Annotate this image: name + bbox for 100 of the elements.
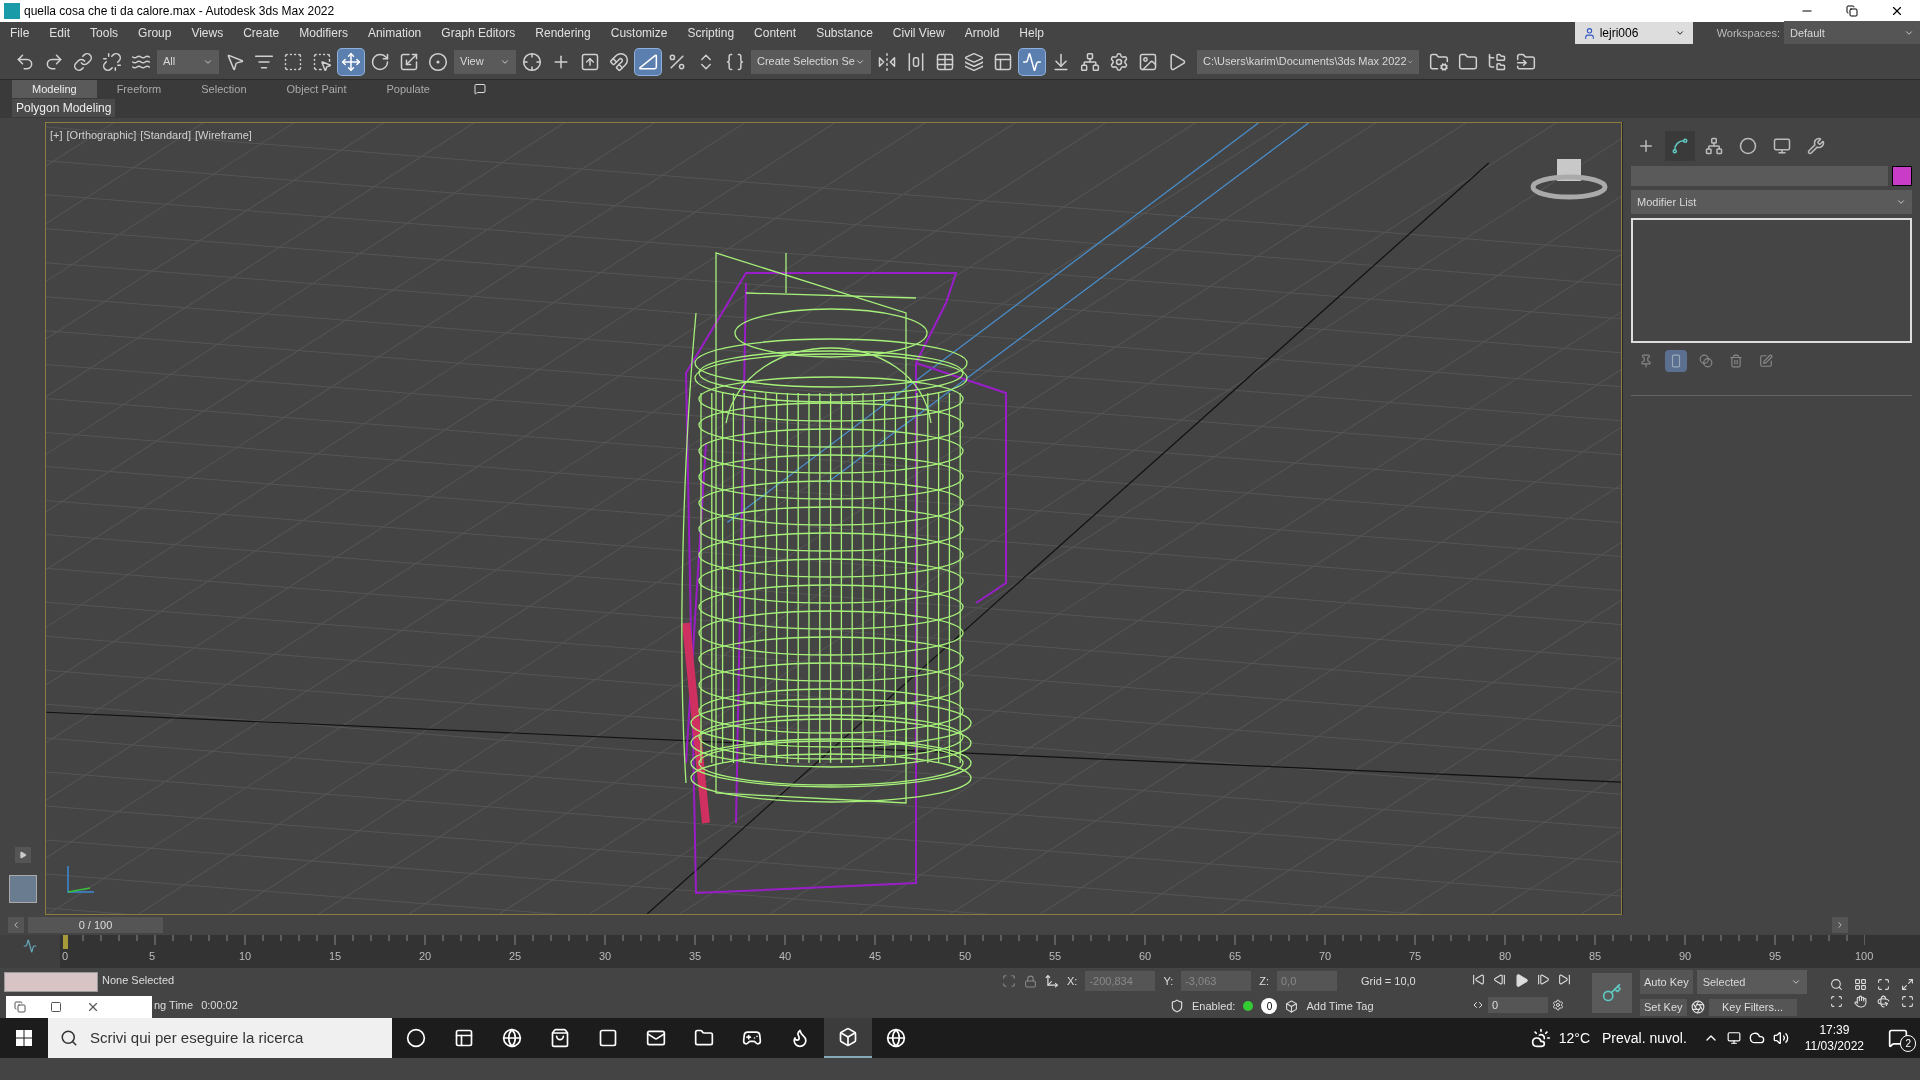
viewport-label[interactable]: [Standard]	[140, 127, 191, 144]
rectangle-icon[interactable]	[1665, 350, 1687, 372]
menu-item[interactable]: File	[0, 24, 40, 42]
ribbon-tab[interactable]: Object Paint	[266, 80, 367, 98]
transform-mode-icon	[1045, 974, 1059, 989]
reference-coordinate-dropdown[interactable]: View	[454, 49, 516, 74]
ribbon-options-icon[interactable]	[473, 83, 486, 95]
viewport-label[interactable]: [Orthographic]	[66, 127, 137, 144]
timeline-tick-label: 20	[419, 949, 432, 964]
menu-item[interactable]: Civil View	[882, 24, 955, 42]
modeling-app-icon[interactable]	[824, 1018, 872, 1058]
maxscript-listener-field[interactable]	[4, 972, 98, 992]
menu-item[interactable]: Customize	[600, 24, 678, 42]
project-folder-dropdown[interactable]: C:\Users\karim\Documents\3ds Max 2022	[1197, 49, 1419, 74]
menu-item[interactable]: Tools	[80, 24, 129, 42]
menu-item[interactable]: Content	[744, 24, 807, 42]
menu-item[interactable]: Animation	[357, 24, 432, 42]
cloud-icon[interactable]	[1748, 1030, 1765, 1046]
key-tangent-icon	[1690, 1000, 1705, 1015]
selection-frame-icon	[1002, 974, 1016, 989]
key-mode-dropdown[interactable]: Selected	[1696, 970, 1807, 995]
go-to-end-icon[interactable]	[1558, 972, 1571, 986]
angle-icon[interactable]	[635, 48, 661, 75]
restore-icon[interactable]	[1846, 5, 1858, 17]
timeline-tick-label: 50	[959, 949, 972, 964]
current-frame-field[interactable]: 0	[1488, 997, 1548, 1014]
timeline-tick-label: 85	[1589, 949, 1602, 964]
menu-item[interactable]: Arnold	[954, 24, 1010, 42]
key-icon	[1602, 983, 1622, 1003]
auto-key-button[interactable]: Auto Key	[1640, 970, 1693, 995]
maximize-viewport-icon[interactable]	[1900, 995, 1914, 1008]
ribbon-panel-label[interactable]: Polygon Modeling	[12, 99, 116, 117]
set-key-button[interactable]: Set Key	[1640, 999, 1687, 1016]
curve-icon[interactable]	[1019, 48, 1045, 75]
zoom-extents-all-icon[interactable]	[1900, 978, 1914, 991]
timeline-tick-label: 30	[599, 949, 612, 964]
zoom-all-icon[interactable]	[1853, 978, 1867, 991]
menu-item[interactable]: Scripting	[677, 24, 745, 42]
timeline-tick-label: 90	[1679, 949, 1692, 964]
menu-item[interactable]: Substance	[806, 24, 883, 42]
zoom-icon[interactable]	[1830, 978, 1843, 991]
go-to-start-icon[interactable]	[1472, 972, 1485, 986]
menu-item[interactable]: Group	[128, 24, 182, 42]
ribbon-tab[interactable]: Freeform	[96, 80, 182, 98]
timeline-tick-label: 35	[689, 949, 702, 964]
frame-marker	[63, 935, 68, 949]
temperature: 12°C	[1558, 1028, 1590, 1048]
menu-item[interactable]: Graph Editors	[431, 24, 526, 42]
timeline-tick-label: 15	[329, 949, 342, 964]
menu-item[interactable]: Create	[233, 24, 290, 42]
viewport-label[interactable]: [+]	[50, 127, 63, 144]
workspaces-label: Workspaces:	[1716, 25, 1780, 41]
selection-filter-dropdown[interactable]: All	[157, 49, 219, 74]
named-selection-dropdown[interactable]: Create Selection Se	[751, 49, 871, 74]
weather-icon	[1530, 1028, 1551, 1048]
menu-item[interactable]: Edit	[39, 24, 81, 42]
enabled-label: Enabled:	[1192, 999, 1236, 1015]
maximize-icon	[50, 1001, 62, 1013]
zoom-extents-icon[interactable]	[1877, 978, 1890, 991]
weather-condition: Preval. nuvol.	[1602, 1028, 1687, 1048]
menu-item[interactable]: Help	[1009, 24, 1054, 42]
menu-item[interactable]: Views	[181, 24, 234, 42]
pan-icon[interactable]	[1853, 995, 1867, 1008]
previous-frame-icon[interactable]	[1493, 972, 1506, 986]
field-of-view-icon[interactable]	[1830, 995, 1843, 1008]
account-dropdown[interactable]: lejri006	[1574, 22, 1693, 44]
z-label: Z:	[1259, 974, 1269, 990]
device-icon[interactable]	[1726, 1031, 1741, 1045]
ribbon-tab[interactable]: Modeling	[12, 80, 97, 98]
y-label: Y:	[1163, 974, 1174, 990]
workspaces-dropdown[interactable]: Default	[1784, 21, 1920, 45]
lock-icon	[1024, 974, 1037, 988]
render-time-label: ng Time	[154, 998, 194, 1014]
ribbon-tab[interactable]: Selection	[181, 80, 267, 98]
search-field[interactable]: Scrivi qui per eseguire la ricerca	[90, 1026, 380, 1050]
close-icon[interactable]	[1890, 4, 1904, 18]
move-icon[interactable]	[338, 48, 364, 75]
timeline-tick-label: 45	[869, 949, 882, 964]
orbit-icon[interactable]	[1877, 995, 1890, 1008]
selection-status: None Selected	[102, 973, 176, 989]
time-slider-thumb[interactable]: 0 / 100	[28, 917, 163, 933]
object-color-swatch[interactable]	[1892, 166, 1912, 186]
viewport-layout-thumbnail[interactable]	[8, 875, 37, 903]
menu-item[interactable]: Rendering	[525, 24, 601, 42]
modifier-list-dropdown[interactable]: Modifier List	[1631, 190, 1912, 214]
timeline-tick-label: 95	[1769, 949, 1782, 964]
next-frame-icon[interactable]	[1537, 972, 1550, 986]
menu-item[interactable]: Modifiers	[289, 24, 358, 42]
notifications-icon[interactable]	[1888, 1028, 1908, 1048]
viewport-label[interactable]: [Wireframe]	[195, 127, 252, 144]
timeline-tick-label: 100	[1855, 949, 1874, 964]
search-box[interactable]: Scrivi qui per eseguire la ricerca	[48, 1018, 392, 1058]
set-key-plus-button[interactable]	[1592, 973, 1632, 1013]
expand-arrow-button[interactable]	[14, 847, 31, 863]
speaker-icon[interactable]	[1772, 1030, 1789, 1046]
notification-count: 2	[1900, 1035, 1916, 1052]
curve-icon[interactable]	[1665, 131, 1695, 161]
add-time-tag-link[interactable]: Add Time Tag	[1306, 998, 1374, 1015]
ribbon-tab[interactable]: Populate	[366, 80, 450, 98]
key-filters-button[interactable]: Key Filters...	[1708, 999, 1797, 1016]
